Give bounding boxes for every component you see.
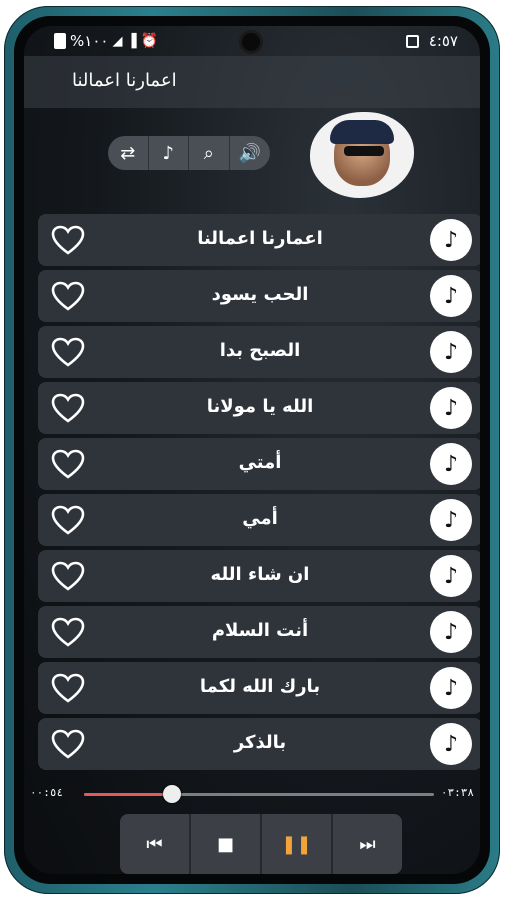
- song-title: بالذكر: [233, 732, 287, 753]
- song-title: الحب يسود: [211, 284, 309, 305]
- song-title: ان شاء الله: [210, 564, 310, 585]
- stop-icon: ■: [216, 833, 234, 855]
- phone-frame: %١٠٠ ◢ ▐ ⏰ ٤:٥٧ اعمارنا اعمالنا ⇄ ♪ ⌕ 🔊: [4, 6, 500, 894]
- search-icon: ⌕: [203, 142, 214, 164]
- app-screen: %١٠٠ ◢ ▐ ⏰ ٤:٥٧ اعمارنا اعمالنا ⇄ ♪ ⌕ 🔊: [24, 26, 480, 874]
- music-note-icon[interactable]: ♪: [430, 443, 472, 485]
- song-row[interactable]: بالذكر ♪: [38, 718, 480, 770]
- previous-button[interactable]: ⏮: [120, 814, 191, 874]
- seek-thumb[interactable]: [162, 785, 181, 803]
- music-note-icon[interactable]: ♪: [430, 499, 472, 541]
- title-bar: اعمارنا اعمالنا: [24, 56, 480, 108]
- phone-bezel: %١٠٠ ◢ ▐ ⏰ ٤:٥٧ اعمارنا اعمالنا ⇄ ♪ ⌕ 🔊: [14, 16, 490, 884]
- music-note-icon[interactable]: ♪: [430, 611, 472, 653]
- avatar-cap: [330, 120, 394, 144]
- notification-icon: [405, 34, 419, 48]
- song-row[interactable]: أمتي ♪: [38, 438, 480, 490]
- status-left: %١٠٠ ◢ ▐ ⏰: [54, 32, 158, 50]
- song-row[interactable]: الصبح بدا ♪: [38, 326, 480, 378]
- stop-button[interactable]: ■: [191, 814, 262, 874]
- total-time: ٠٣:٣٨: [440, 786, 474, 799]
- song-title: اعمارنا اعمالنا: [197, 228, 323, 249]
- song-row[interactable]: أمي ♪: [38, 494, 480, 546]
- repeat-icon: ⇄: [120, 142, 136, 164]
- song-row[interactable]: اعمارنا اعمالنا ♪: [38, 214, 480, 266]
- song-title: أمتي: [238, 452, 282, 473]
- signal-icon: ▐: [126, 33, 137, 49]
- song-title: أنت السلام: [211, 620, 309, 641]
- seek-bar[interactable]: [84, 785, 434, 803]
- next-button[interactable]: ⏭: [333, 814, 402, 874]
- song-list: اعمارنا اعمالنا ♪ الحب يسود ♪ الصبح بدا ♪ الله…: [38, 214, 480, 774]
- music-note-icon[interactable]: ♪: [430, 275, 472, 317]
- volume-button[interactable]: 🔊: [230, 136, 271, 170]
- player-controls: ⏮ ■ ❚❚ ⏭: [120, 814, 402, 874]
- song-title: بارك الله لكما: [199, 676, 321, 697]
- music-note-icon[interactable]: ♪: [430, 331, 472, 373]
- status-bar: %١٠٠ ◢ ▐ ⏰ ٤:٥٧: [24, 26, 480, 56]
- song-title: الله يا مولانا: [206, 396, 314, 417]
- next-icon: ⏭: [359, 833, 376, 855]
- status-right: ٤:٥٧: [405, 32, 458, 50]
- wifi-icon: ◢: [112, 33, 123, 49]
- song-title: أمي: [242, 508, 278, 529]
- clock-time: ٤:٥٧: [428, 32, 458, 50]
- music-note-icon[interactable]: ♪: [430, 387, 472, 429]
- song-row[interactable]: ان شاء الله ♪: [38, 550, 480, 602]
- music-note-button[interactable]: ♪: [149, 136, 189, 170]
- music-note-icon[interactable]: ♪: [430, 219, 472, 261]
- music-note-icon[interactable]: ♪: [430, 667, 472, 709]
- pause-icon: ❚❚: [281, 833, 312, 855]
- artist-avatar: [310, 112, 414, 198]
- music-note-icon: ♪: [162, 142, 175, 164]
- elapsed-time: ٠٠:٥٤: [30, 786, 64, 799]
- search-button[interactable]: ⌕: [189, 136, 230, 170]
- control-group: ⇄ ♪ ⌕ 🔊: [108, 136, 270, 170]
- previous-icon: ⏮: [146, 833, 163, 855]
- song-row[interactable]: بارك الله لكما ♪: [38, 662, 480, 714]
- song-title: الصبح بدا: [219, 340, 301, 361]
- avatar-glasses: [344, 146, 384, 156]
- pause-button[interactable]: ❚❚: [262, 814, 333, 874]
- song-row[interactable]: الحب يسود ♪: [38, 270, 480, 322]
- progress-area: ٠٠:٥٤ ٠٣:٣٨: [24, 784, 480, 804]
- music-note-icon[interactable]: ♪: [430, 555, 472, 597]
- repeat-button[interactable]: ⇄: [108, 136, 149, 170]
- battery-text: %١٠٠: [70, 32, 109, 50]
- battery-icon: [54, 33, 66, 49]
- volume-icon: 🔊: [238, 142, 261, 164]
- alarm-icon: ⏰: [140, 33, 158, 49]
- song-row[interactable]: أنت السلام ♪: [38, 606, 480, 658]
- song-row[interactable]: الله يا مولانا ♪: [38, 382, 480, 434]
- music-note-icon[interactable]: ♪: [430, 723, 472, 765]
- page-title: اعمارنا اعمالنا: [72, 70, 177, 91]
- front-camera: [242, 33, 260, 51]
- seek-fill: [84, 793, 172, 796]
